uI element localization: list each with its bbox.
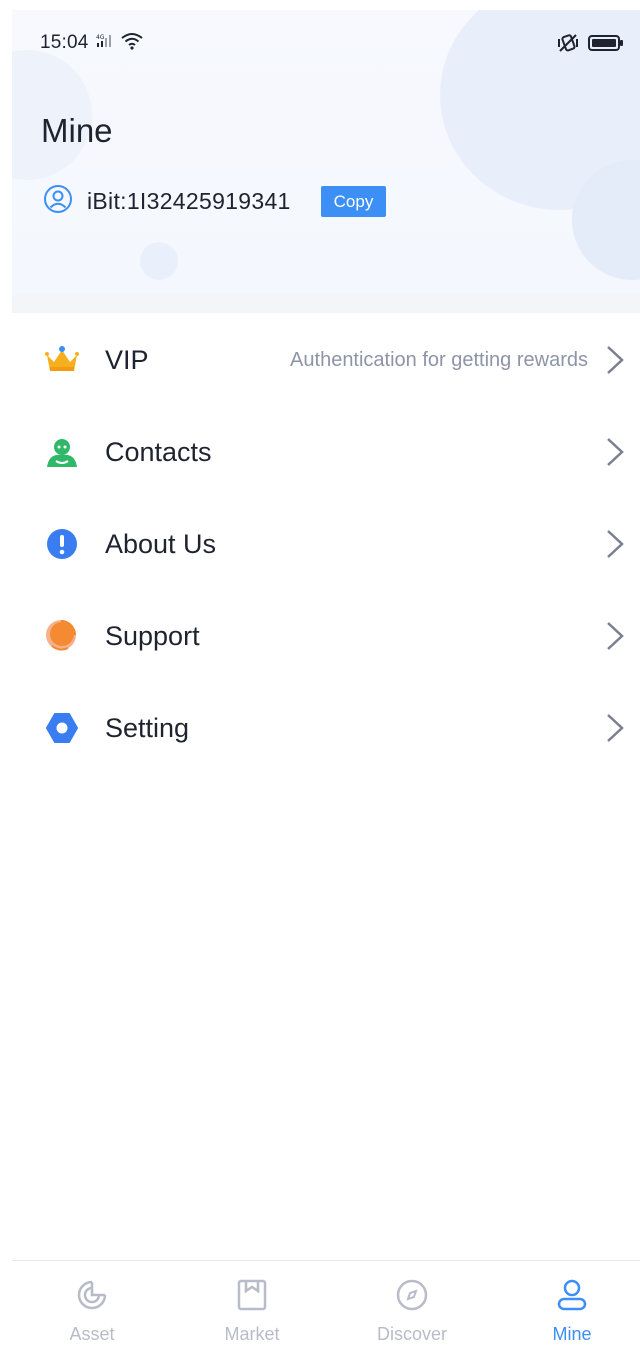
tab-label-discover: Discover	[376, 1324, 447, 1344]
menu-label-about-us: About Us	[105, 529, 217, 559]
mine-icon	[557, 1279, 587, 1311]
copy-button[interactable]: Copy	[320, 185, 387, 217]
tab-asset[interactable]: Asset	[22, 1277, 162, 1345]
setting-icon	[44, 710, 80, 746]
info-icon	[44, 526, 80, 562]
svg-text:4G: 4G	[96, 34, 105, 41]
discover-icon	[396, 1279, 428, 1311]
chevron-right-icon	[607, 438, 624, 466]
menu-label-contacts: Contacts	[105, 437, 212, 467]
tab-discover[interactable]: Discover	[342, 1277, 482, 1345]
menu-item-support[interactable]: Support	[0, 589, 640, 681]
chevron-right-icon	[607, 714, 624, 742]
menu-label-setting: Setting	[105, 713, 190, 743]
battery-icon	[588, 34, 624, 57]
contacts-icon	[44, 434, 80, 470]
tab-mine[interactable]: Mine	[502, 1277, 640, 1345]
chevron-right-icon	[607, 622, 624, 650]
support-icon	[44, 618, 80, 654]
section-divider	[12, 295, 640, 313]
menu-item-vip[interactable]: VIP Authentication for getting rewards	[0, 313, 640, 405]
market-icon	[237, 1279, 267, 1311]
menu-label-vip: VIP	[105, 345, 149, 375]
menu-subtitle-vip: Authentication for getting rewards	[290, 349, 588, 371]
menu-item-about-us[interactable]: About Us	[0, 497, 640, 589]
page-title: Mine	[41, 112, 113, 149]
chevron-right-icon	[607, 346, 624, 374]
decorative-bubble	[140, 242, 178, 280]
bottom-tab-bar: Asset Market Discover Mine	[12, 1260, 640, 1355]
wifi-icon	[120, 32, 144, 55]
menu-label-support: Support	[105, 621, 200, 651]
status-icons-right	[556, 33, 624, 58]
tab-label-asset: Asset	[69, 1324, 115, 1344]
chevron-right-icon	[607, 530, 624, 558]
user-id-text: iBit:1I32425919341	[87, 187, 291, 214]
menu-item-contacts[interactable]: Contacts	[0, 405, 640, 497]
crown-icon	[44, 342, 80, 378]
cellular-signal-icon: 4G	[96, 33, 114, 54]
vibrate-icon	[556, 33, 580, 58]
user-avatar-icon	[43, 184, 73, 219]
user-id-row: iBit:1I32425919341 Copy	[43, 184, 387, 219]
status-icons-left: 4G	[96, 32, 144, 55]
menu-list: VIP Authentication for getting rewards C…	[0, 313, 640, 773]
tab-label-market: Market	[224, 1324, 280, 1344]
menu-item-setting[interactable]: Setting	[0, 681, 640, 773]
status-time: 15:04	[40, 32, 89, 53]
tab-market[interactable]: Market	[182, 1277, 322, 1345]
asset-icon	[77, 1280, 107, 1310]
tab-label-mine: Mine	[552, 1324, 592, 1344]
